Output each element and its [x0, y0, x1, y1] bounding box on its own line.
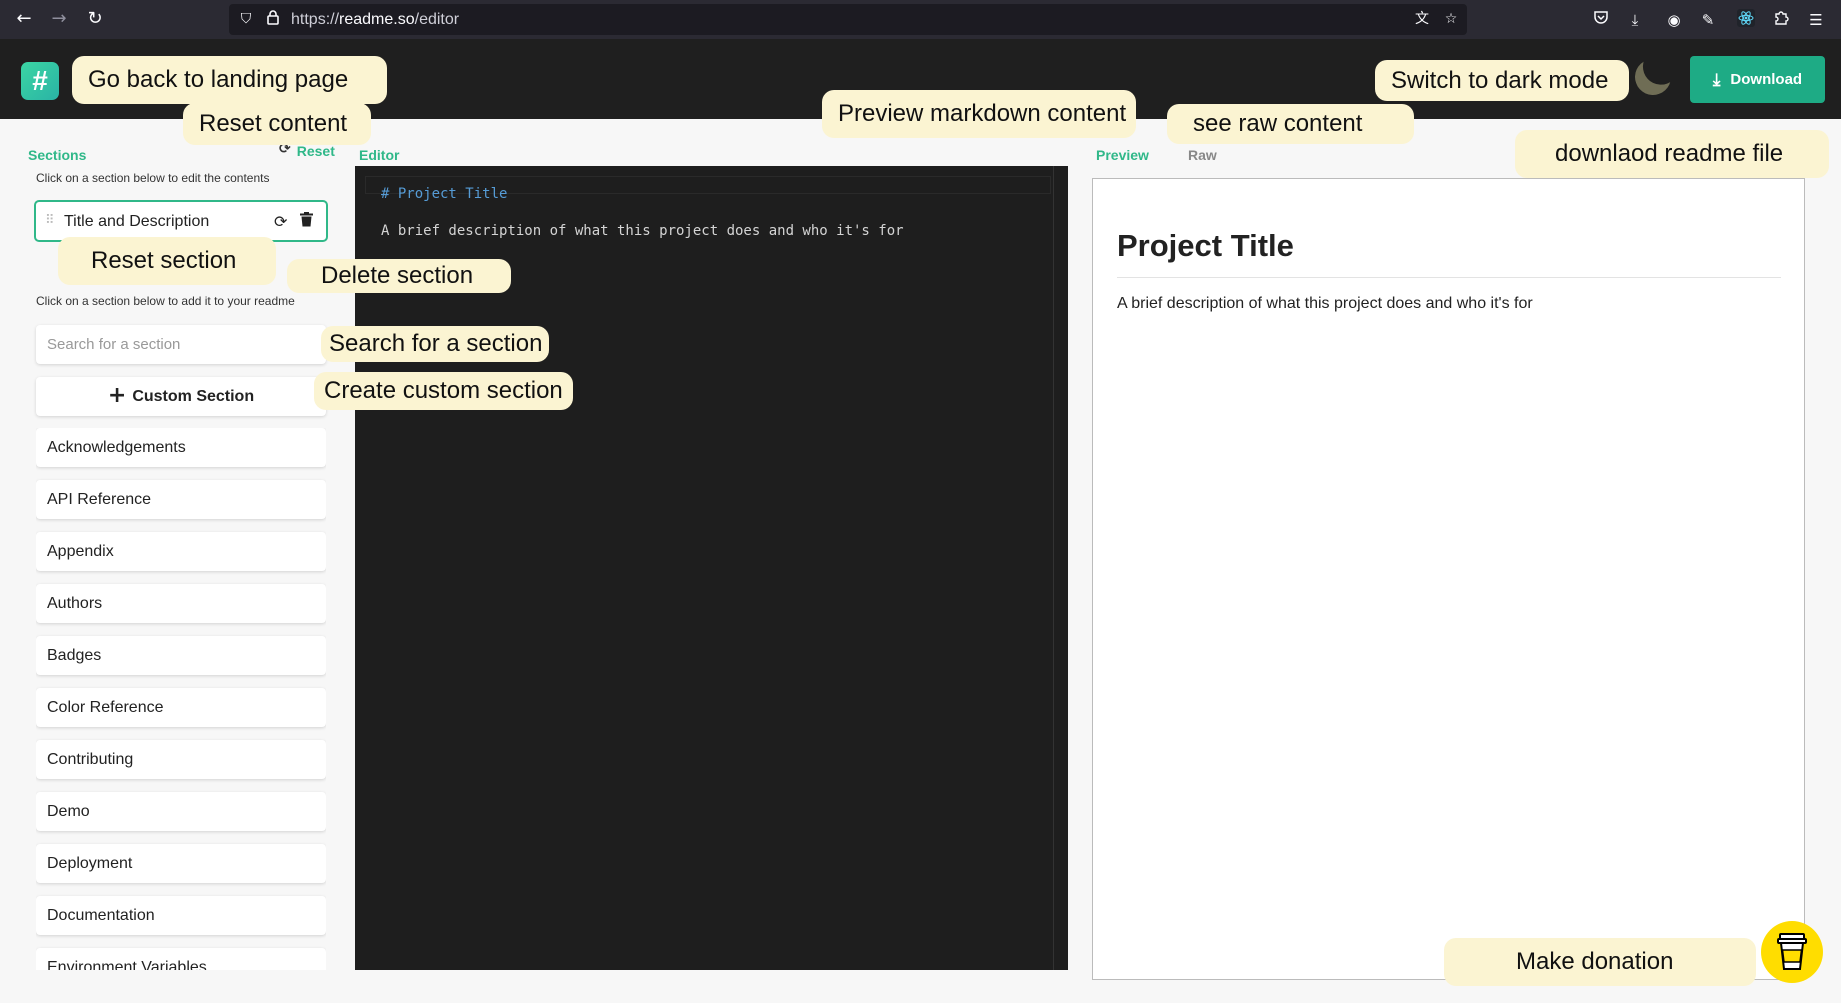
browser-toolbar: ← → ↻ ⛉ https://readme.so/editor 文 ☆ ⤓ ◉… [0, 0, 1841, 39]
section-item-authors[interactable]: Authors [36, 584, 326, 623]
plus-icon: + [107, 383, 127, 408]
section-item-color-reference[interactable]: Color Reference [36, 688, 326, 727]
download-button[interactable]: ⤓ Download [1690, 56, 1825, 103]
editor-title: Editor [359, 147, 400, 163]
preview-heading-rule [1117, 277, 1781, 278]
account-icon[interactable]: ◉ [1663, 9, 1685, 31]
section-item-deployment[interactable]: Deployment [36, 844, 326, 883]
custom-section-button[interactable]: + Custom Section [36, 377, 326, 416]
callout-download-readme: downlaod readme file [1515, 130, 1829, 178]
downloads-icon[interactable]: ⤓ [1624, 9, 1646, 31]
preview-heading: Project Title [1117, 228, 1294, 263]
editor-line-2[interactable]: A brief description of what this project… [381, 223, 904, 239]
editor-ruler [1053, 166, 1054, 970]
callout-go-back-landing: Go back to landing page [72, 56, 387, 104]
url-bar[interactable]: ⛉ https://readme.so/editor 文 ☆ [229, 4, 1467, 35]
moon-icon[interactable] [1630, 54, 1676, 100]
callout-make-donation: Make donation [1444, 938, 1756, 986]
reset-section-icon[interactable]: ⟳ [274, 212, 287, 231]
download-icon: ⤓ [1712, 69, 1721, 90]
logo-home-link[interactable]: # [21, 62, 59, 100]
section-item-documentation[interactable]: Documentation [36, 896, 326, 935]
sections-title: Sections [28, 147, 87, 163]
delete-section-icon[interactable] [300, 212, 313, 231]
reset-label: Reset [296, 143, 335, 159]
callout-preview-markdown: Preview markdown content [822, 90, 1136, 138]
callout-reset-section: Reset section [58, 237, 276, 285]
callout-dark-mode: Switch to dark mode [1375, 60, 1629, 101]
back-icon[interactable]: ← [13, 8, 35, 30]
selected-section-title-and-description[interactable]: ⠿ Title and Description ⟳ [34, 200, 328, 242]
translate-icon[interactable]: 文 [1412, 9, 1432, 29]
search-input[interactable] [36, 325, 326, 364]
reset-content-button[interactable]: ⟳ Reset [279, 141, 335, 160]
reload-icon[interactable]: ↻ [84, 8, 106, 30]
add-hint: Click on a section below to add it to yo… [36, 294, 295, 308]
extensions-icon[interactable] [1770, 9, 1792, 31]
callout-delete-section: Delete section [287, 259, 511, 293]
drag-handle-icon[interactable]: ⠿ [45, 213, 54, 228]
pocket-icon[interactable] [1590, 9, 1612, 31]
forward-icon[interactable]: → [48, 8, 70, 30]
custom-section-label: Custom Section [132, 387, 255, 405]
bookmark-star-icon[interactable]: ☆ [1441, 9, 1461, 29]
tab-raw[interactable]: Raw [1188, 147, 1217, 163]
extension-feather-icon[interactable]: ✎ [1697, 9, 1719, 31]
shield-icon[interactable]: ⛉ [236, 9, 256, 29]
extension-react-icon[interactable] [1735, 9, 1757, 31]
selected-section-label: Title and Description [64, 213, 210, 230]
section-item-environment-variables[interactable]: Environment Variables [36, 948, 326, 970]
section-item-contributing[interactable]: Contributing [36, 740, 326, 779]
section-item-demo[interactable]: Demo [36, 792, 326, 831]
section-item-appendix[interactable]: Appendix [36, 532, 326, 571]
callout-reset-content: Reset content [183, 103, 371, 145]
callout-search-section: Search for a section [321, 326, 549, 362]
preview-pane: Project Title A brief description of wha… [1092, 178, 1805, 980]
section-item-acknowledgements[interactable]: Acknowledgements [36, 428, 326, 467]
editor-line-1[interactable]: # Project Title [381, 186, 507, 202]
available-sections-list: Acknowledgements API Reference Appendix … [36, 428, 326, 970]
section-item-api-reference[interactable]: API Reference [36, 480, 326, 519]
callout-custom-section: Create custom section [314, 372, 573, 410]
menu-icon[interactable]: ☰ [1805, 9, 1827, 31]
url-text[interactable]: https://readme.so/editor [291, 11, 459, 29]
callout-see-raw: see raw content [1167, 104, 1414, 144]
preview-body: A brief description of what this project… [1117, 295, 1533, 312]
edit-hint: Click on a section below to edit the con… [36, 171, 270, 185]
lock-icon [263, 9, 283, 29]
donate-button[interactable] [1761, 921, 1823, 983]
tab-preview[interactable]: Preview [1096, 147, 1149, 163]
download-button-label: Download [1730, 71, 1803, 88]
section-item-badges[interactable]: Badges [36, 636, 326, 675]
coffee-cup-icon [1777, 933, 1807, 970]
